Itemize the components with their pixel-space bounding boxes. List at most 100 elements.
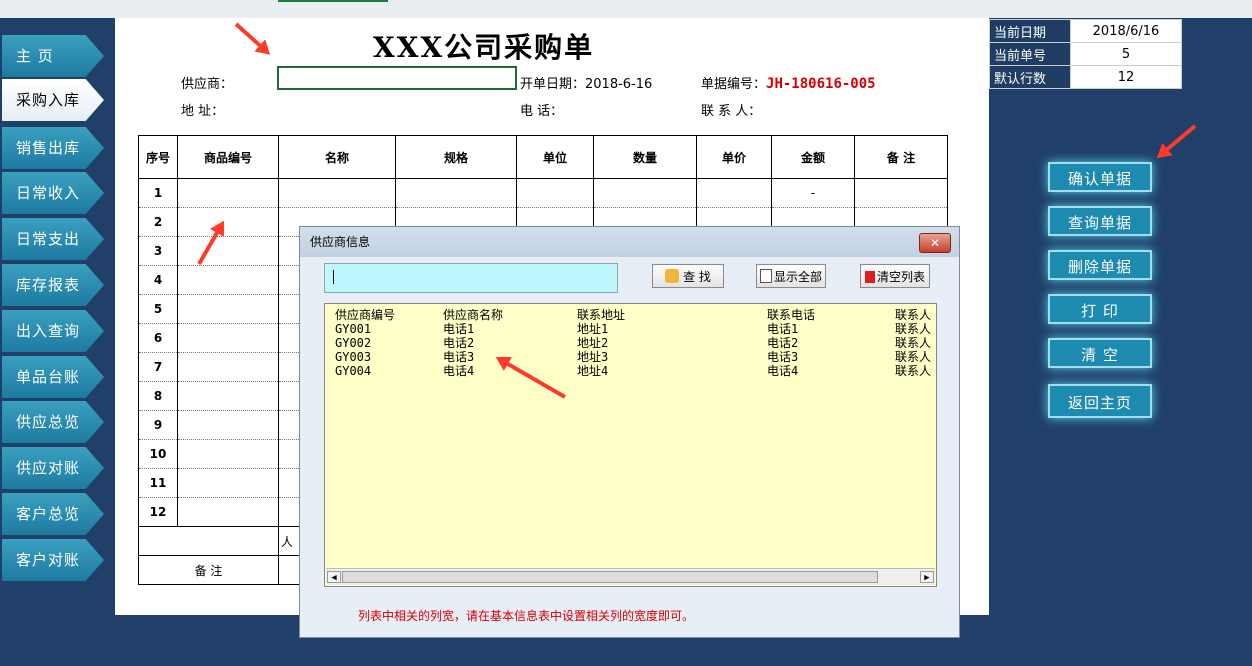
row-number: 7 bbox=[138, 352, 178, 382]
row-number: 2 bbox=[138, 207, 178, 237]
info-value: 5 bbox=[1070, 42, 1182, 66]
list-cell: 电话4 bbox=[767, 364, 799, 378]
show-all-button[interactable]: 显示全部 bbox=[756, 264, 826, 288]
col-unit: 单位 bbox=[516, 135, 594, 179]
col-price: 单价 bbox=[696, 135, 772, 179]
address-label: 地 址： bbox=[181, 104, 225, 119]
nav-daily-income[interactable]: 日常收入 bbox=[2, 172, 104, 214]
supplier-dialog: 供应商信息 ✕ 查 找 显示全部 清空列表 供应商编号 供应商名称 联系地址 联… bbox=[299, 226, 960, 638]
sheet-top-strip bbox=[0, 0, 1252, 18]
info-value: 12 bbox=[1070, 65, 1182, 89]
list-header-cell: 供应商编号 bbox=[335, 308, 396, 322]
list-cell: 电话2 bbox=[767, 336, 799, 350]
list-cell: 联系人 bbox=[895, 364, 932, 378]
nav-purchase-in[interactable]: 采购入库 bbox=[2, 79, 104, 121]
list-cell: 电话3 bbox=[443, 350, 475, 364]
delete-order-button[interactable]: 删除单据 bbox=[1048, 250, 1152, 280]
row-number: 12 bbox=[138, 497, 178, 527]
nav-inout-query[interactable]: 出入查询 bbox=[2, 310, 104, 352]
confirm-order-button[interactable]: 确认单据 bbox=[1048, 162, 1152, 192]
list-header-cell: 联系人 bbox=[895, 308, 932, 322]
col-remark: 备 注 bbox=[854, 135, 948, 179]
supplier-list[interactable]: 供应商编号 供应商名称 联系地址 联系电话 联系人 GY001 电话1 地址1 … bbox=[324, 303, 937, 587]
horizontal-scrollbar[interactable]: ◀ ▶ bbox=[326, 568, 935, 585]
document-icon bbox=[759, 269, 772, 283]
dialog-note: 列表中相关的列宽，请在基本信息表中设置相关列的宽度即可。 bbox=[358, 609, 695, 623]
col-spec: 规格 bbox=[395, 135, 517, 179]
hand-pointer-icon bbox=[665, 269, 680, 283]
page-title: XXX公司采购单 bbox=[373, 31, 595, 64]
text-caret bbox=[333, 270, 334, 284]
return-home-button[interactable]: 返回主页 bbox=[1048, 384, 1152, 418]
col-code: 商品编号 bbox=[177, 135, 279, 179]
scrollbar-thumb[interactable] bbox=[342, 571, 878, 583]
info-panel: 当前日期 2018/6/16 当前单号 5 默认行数 12 bbox=[989, 19, 1182, 89]
docno-value: JH-180616-005 bbox=[766, 76, 876, 92]
date-label: 开单日期：2018-6-16 bbox=[520, 73, 652, 92]
row-number: 11 bbox=[138, 468, 178, 498]
nav-supply-reconcile[interactable]: 供应对账 bbox=[2, 447, 104, 489]
find-button-label: 查 找 bbox=[683, 270, 711, 284]
nav-item-ledger[interactable]: 单品台账 bbox=[2, 356, 104, 398]
list-cell: 电话2 bbox=[443, 336, 475, 350]
nav-supply-overview[interactable]: 供应总览 bbox=[2, 401, 104, 443]
info-key: 当前单号 bbox=[989, 42, 1071, 66]
nav-sales-out[interactable]: 销售出库 bbox=[2, 127, 104, 169]
query-order-button[interactable]: 查询单据 bbox=[1048, 206, 1152, 236]
nav-stock-report[interactable]: 库存报表 bbox=[2, 264, 104, 306]
list-cell: GY002 bbox=[335, 336, 372, 350]
show-all-label: 显示全部 bbox=[773, 270, 822, 284]
docno-label-text: 单据编号： bbox=[701, 77, 767, 92]
scroll-left-icon[interactable]: ◀ bbox=[327, 571, 341, 583]
clear-x-icon bbox=[864, 271, 875, 283]
table-header: 序号 商品编号 名称 规格 单位 数量 单价 金额 备 注 bbox=[138, 135, 948, 179]
close-icon[interactable]: ✕ bbox=[919, 233, 951, 253]
col-amount: 金额 bbox=[771, 135, 855, 179]
find-button[interactable]: 查 找 bbox=[652, 264, 724, 288]
row-number: 5 bbox=[138, 294, 178, 324]
row-number: 8 bbox=[138, 381, 178, 411]
supplier-label: 供应商： bbox=[181, 77, 234, 92]
print-button[interactable]: 打 印 bbox=[1048, 294, 1152, 324]
clear-list-label: 清空列表 bbox=[876, 270, 925, 284]
row-number: 1 bbox=[138, 178, 178, 208]
amount-cell: - bbox=[771, 178, 855, 208]
list-header-cell: 联系地址 bbox=[577, 308, 626, 322]
clear-list-button[interactable]: 清空列表 bbox=[860, 264, 930, 288]
remarks-label: 备 注 bbox=[138, 555, 279, 585]
date-label-text: 开单日期： bbox=[520, 77, 586, 92]
row-number: 10 bbox=[138, 439, 178, 469]
list-header-cell: 联系电话 bbox=[767, 308, 816, 322]
col-qty: 数量 bbox=[593, 135, 697, 179]
info-value: 2018/6/16 bbox=[1070, 19, 1182, 43]
supplier-input[interactable] bbox=[277, 66, 517, 90]
list-cell: GY004 bbox=[335, 364, 372, 378]
scroll-right-icon[interactable]: ▶ bbox=[920, 571, 934, 583]
clear-button[interactable]: 清 空 bbox=[1048, 338, 1152, 368]
list-cell: 地址2 bbox=[577, 336, 609, 350]
date-value: 2018-6-16 bbox=[585, 77, 653, 92]
nav-customer-reconcile[interactable]: 客户对账 bbox=[2, 539, 104, 581]
list-cell: 电话4 bbox=[443, 364, 475, 378]
supplier-search-input[interactable] bbox=[324, 263, 618, 293]
list-cell: 联系人 bbox=[895, 322, 932, 336]
list-cell: 联系人 bbox=[895, 336, 932, 350]
list-cell: 地址1 bbox=[577, 322, 609, 336]
phone-label: 电 话： bbox=[520, 104, 564, 119]
list-cell: 电话1 bbox=[443, 322, 475, 336]
info-key: 当前日期 bbox=[989, 19, 1071, 43]
annotation-arrow-icon bbox=[1163, 124, 1197, 154]
list-cell: GY001 bbox=[335, 322, 372, 336]
info-key: 默认行数 bbox=[989, 65, 1071, 89]
nav-customer-overview[interactable]: 客户总览 bbox=[2, 493, 104, 535]
list-cell: 地址4 bbox=[577, 364, 609, 378]
table-row[interactable]: 1- bbox=[138, 178, 948, 208]
list-cell: GY003 bbox=[335, 350, 372, 364]
nav-home[interactable]: 主 页 bbox=[2, 35, 104, 77]
docno-label: 单据编号：JH-180616-005 bbox=[701, 73, 876, 92]
contact-label: 联 系 人： bbox=[701, 104, 762, 119]
nav-daily-expense[interactable]: 日常支出 bbox=[2, 218, 104, 260]
selected-cell-marker bbox=[278, 0, 388, 2]
row-number: 4 bbox=[138, 265, 178, 295]
row-number: 9 bbox=[138, 410, 178, 440]
